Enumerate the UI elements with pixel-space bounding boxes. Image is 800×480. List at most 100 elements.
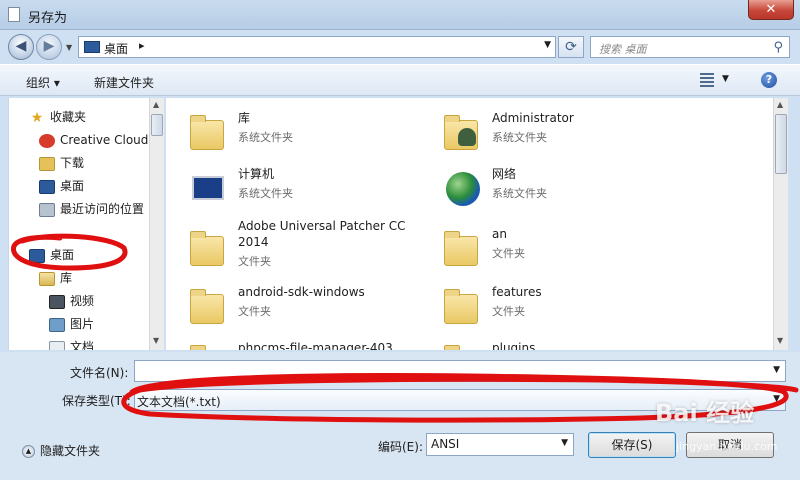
nav-scrollbar[interactable]: ▲ ▼ — [149, 98, 164, 350]
nav-item-label: 视频 — [70, 294, 95, 308]
computer-icon — [186, 168, 230, 208]
file-type: 文件夹 — [492, 305, 525, 318]
file-type: 文件夹 — [238, 255, 271, 268]
star-icon: ★ — [30, 109, 44, 126]
encoding-select[interactable]: ANSI ▼ — [426, 433, 574, 456]
search-input[interactable]: 搜索 桌面 ⚲ — [590, 36, 790, 58]
nav-item-videos[interactable]: 视频 — [49, 290, 164, 312]
video-icon — [49, 294, 65, 309]
nav-item-desktop-root[interactable]: 桌面 — [29, 244, 164, 266]
scroll-thumb[interactable] — [151, 114, 163, 136]
folder-icon — [186, 286, 230, 326]
folder-icon — [186, 228, 230, 268]
scroll-up-icon[interactable]: ▲ — [777, 100, 783, 109]
watermark-logo: Bai 经验 — [655, 399, 755, 427]
hide-folders-toggle[interactable]: ▲ 隐藏文件夹 — [22, 442, 100, 459]
folder-icon — [440, 228, 484, 268]
encoding-value: ANSI — [431, 437, 460, 451]
documents-icon — [49, 340, 65, 350]
nav-item-downloads[interactable]: 下载 — [39, 152, 164, 174]
recent-pages-dropdown[interactable]: ▼ — [66, 43, 72, 52]
nav-item-label: 库 — [60, 271, 73, 285]
address-row: ◀ ▶ ▼ 桌面 ▸ ▼ ⟳ 搜索 桌面 ⚲ — [0, 30, 800, 62]
scroll-down-icon[interactable]: ▼ — [153, 336, 159, 345]
desktop-icon — [29, 248, 45, 263]
file-list-scrollbar[interactable]: ▲ ▼ — [773, 98, 788, 350]
save-button[interactable]: 保存(S) — [588, 432, 676, 458]
file-name: an — [492, 227, 507, 241]
file-item-phpcms[interactable]: phpcms-file-manager-403 — [186, 338, 436, 350]
file-item-network[interactable]: 网络 系统文件夹 — [440, 164, 690, 220]
close-button[interactable]: ✕ — [748, 0, 794, 20]
search-icon[interactable]: ⚲ — [773, 40, 783, 55]
folder-icon — [440, 342, 484, 350]
breadcrumb-chevron-icon[interactable]: ▸ — [139, 39, 145, 52]
new-folder-button[interactable]: 新建文件夹 — [94, 74, 154, 91]
file-item-features[interactable]: features 文件夹 — [440, 282, 690, 338]
nav-item-creative-cloud[interactable]: Creative Cloud — [39, 129, 164, 151]
filename-dropdown-icon[interactable]: ▼ — [773, 365, 780, 375]
file-item-computer[interactable]: 计算机 系统文件夹 — [186, 164, 436, 220]
title-bar: 另存为 ✕ — [0, 0, 800, 30]
network-icon — [440, 168, 484, 208]
chevron-up-icon: ▲ — [22, 445, 35, 458]
organize-button[interactable]: 组织 ▾ — [26, 74, 60, 91]
file-type: 系统文件夹 — [238, 131, 293, 144]
file-type: 文件夹 — [492, 247, 525, 260]
filetype-value: 文本文档(*.txt) — [137, 395, 221, 409]
view-dropdown-icon[interactable]: ▼ — [722, 74, 729, 84]
library-icon — [39, 271, 55, 286]
file-name: android-sdk-windows — [238, 285, 365, 299]
library-folder-icon — [186, 112, 230, 152]
filetype-label: 保存类型(T): — [62, 394, 131, 408]
watermark-url: jingyan.baidu.com — [676, 440, 778, 453]
file-item-plugins[interactable]: plugins — [440, 338, 690, 350]
nav-item-pictures[interactable]: 图片 — [49, 313, 164, 335]
nav-item-favorites[interactable]: ★ 收藏夹 — [29, 106, 164, 128]
download-folder-icon — [39, 156, 55, 171]
nav-item-label: Creative Cloud — [60, 133, 149, 147]
file-name: features — [492, 285, 542, 299]
desktop-icon — [84, 41, 100, 53]
breadcrumb-desktop[interactable]: 桌面 — [104, 40, 128, 57]
command-bar: 组织 ▾ 新建文件夹 ▼ ? — [0, 64, 800, 96]
nav-item-label: 下载 — [60, 156, 85, 170]
scroll-up-icon[interactable]: ▲ — [153, 100, 159, 109]
file-item-libraries[interactable]: 库 系统文件夹 — [186, 108, 436, 164]
file-item-adobe-patcher[interactable]: Adobe Universal Patcher CC 2014 文件夹 — [186, 216, 436, 276]
file-item-android-sdk[interactable]: android-sdk-windows 文件夹 — [186, 282, 436, 338]
file-item-an[interactable]: an 文件夹 — [440, 216, 690, 276]
nav-item-label: 文档 — [70, 340, 95, 350]
file-name: Administrator — [492, 111, 574, 125]
desktop-icon — [39, 179, 55, 194]
recent-places-icon — [39, 202, 55, 217]
user-folder-icon — [440, 112, 484, 152]
nav-item-label: 收藏夹 — [50, 110, 87, 124]
address-bar[interactable]: 桌面 ▸ ▼ — [78, 36, 556, 58]
nav-item-desktop[interactable]: 桌面 — [39, 175, 164, 197]
forward-button[interactable]: ▶ — [36, 34, 62, 60]
file-name: phpcms-file-manager-403 — [238, 341, 393, 350]
folder-icon — [186, 342, 230, 350]
filetype-dropdown-icon[interactable]: ▼ — [773, 394, 780, 404]
scroll-thumb[interactable] — [775, 114, 787, 174]
filename-field[interactable]: ▼ — [134, 360, 786, 382]
address-dropdown-icon[interactable]: ▼ — [544, 40, 551, 50]
file-type: 系统文件夹 — [492, 187, 547, 200]
file-name: Adobe Universal Patcher CC 2014 — [238, 219, 406, 249]
scroll-down-icon[interactable]: ▼ — [777, 336, 783, 345]
nav-item-libraries[interactable]: 库 — [39, 267, 164, 289]
file-item-administrator[interactable]: Administrator 系统文件夹 — [440, 108, 690, 164]
encoding-dropdown-icon[interactable]: ▼ — [561, 438, 568, 448]
file-type: 系统文件夹 — [492, 131, 547, 144]
help-icon[interactable]: ? — [761, 72, 777, 88]
nav-item-recent-places[interactable]: 最近访问的位置 — [39, 198, 164, 220]
creative-cloud-icon — [39, 133, 55, 148]
view-options-icon[interactable] — [700, 73, 714, 87]
document-icon — [8, 7, 20, 22]
nav-item-label: 桌面 — [50, 248, 75, 262]
file-type: 文件夹 — [238, 305, 271, 318]
refresh-button[interactable]: ⟳ — [558, 36, 584, 58]
nav-item-documents[interactable]: 文档 — [49, 336, 164, 350]
back-button[interactable]: ◀ — [8, 34, 34, 60]
